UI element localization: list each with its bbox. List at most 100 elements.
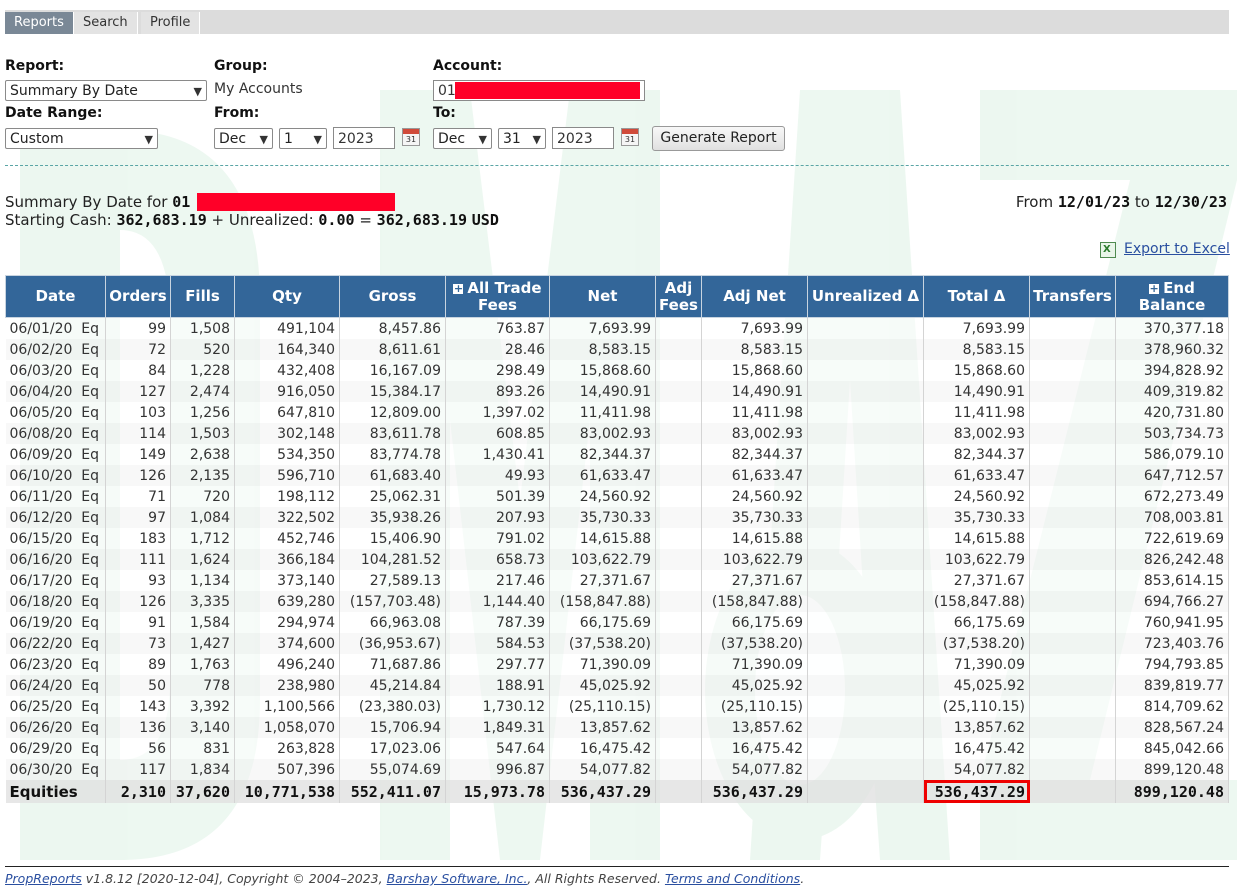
from-year-input[interactable]: 2023	[333, 127, 395, 149]
report-select[interactable]: Summary By Date ▼	[5, 80, 207, 101]
column-header[interactable]: Net	[549, 275, 656, 318]
tab-profile[interactable]: Profile	[141, 12, 201, 34]
table-cell	[655, 339, 702, 360]
date-cell: 06/09/20 Eq	[5, 444, 106, 465]
table-cell: 71,390.09	[701, 654, 808, 675]
type-value: Eq	[81, 530, 99, 547]
starting-cash-value: 362,683.19	[116, 211, 207, 229]
table-cell: 584.53	[445, 633, 550, 654]
column-header[interactable]: Gross	[339, 275, 446, 318]
column-header-label: All Trade Fees	[467, 278, 542, 314]
table-cell: 83,002.93	[701, 423, 808, 444]
table-cell: 814,709.62	[1115, 696, 1229, 717]
from-day-value: 1	[284, 131, 293, 147]
total-cell	[655, 780, 702, 803]
column-header[interactable]: Orders	[105, 275, 171, 318]
column-header-label: Adj Net	[723, 287, 786, 305]
table-cell	[655, 402, 702, 423]
table-row: 06/26/20 Eq 136 3,140 1,058,070 15,706.94 1,84…	[5, 717, 1229, 738]
column-header-label: Total Δ	[947, 287, 1006, 305]
table-cell: 378,960.32	[1115, 339, 1229, 360]
column-header[interactable]: Transfers	[1029, 275, 1116, 318]
barshay-link[interactable]: Barshay Software, Inc.	[387, 871, 528, 886]
table-cell: (37,538.20)	[701, 633, 808, 654]
generate-report-button[interactable]: Generate Report	[652, 126, 785, 151]
column-header[interactable]: + End Balance	[1115, 275, 1229, 318]
highlighted-total-delta: 536,437.29	[923, 780, 1030, 803]
table-cell	[1029, 759, 1116, 780]
table-cell: 373,140	[234, 570, 340, 591]
table-cell: 27,589.13	[339, 570, 446, 591]
date-range-select[interactable]: Custom ▼	[5, 128, 158, 149]
table-cell: 778	[170, 675, 235, 696]
chevron-down-icon: ▼	[313, 133, 322, 146]
table-cell: 1,144.40	[445, 591, 550, 612]
tab-reports[interactable]: Reports	[5, 12, 74, 34]
to-year-input[interactable]: 2023	[552, 127, 614, 149]
table-cell: 432,408	[234, 360, 340, 381]
calendar-icon[interactable]: 31	[621, 128, 639, 146]
table-cell: 1,100,566	[234, 696, 340, 717]
column-header[interactable]: Adj Fees	[655, 275, 702, 318]
from-month-select[interactable]: Dec ▼	[214, 128, 273, 149]
table-cell: 103,622.79	[701, 549, 808, 570]
table-cell: 763.87	[445, 317, 550, 339]
redaction-bar	[455, 82, 640, 99]
type-value: Eq	[81, 761, 99, 778]
column-header[interactable]: Qty	[234, 275, 340, 318]
table-cell: 1,712	[170, 528, 235, 549]
table-cell: 3,335	[170, 591, 235, 612]
table-cell	[655, 465, 702, 486]
table-cell: 13,857.62	[549, 717, 656, 738]
date-value: 06/12/20	[9, 509, 73, 526]
column-header[interactable]: + All Trade Fees	[445, 275, 550, 318]
tab-search[interactable]: Search	[74, 12, 138, 34]
table-row: 06/24/20 Eq 50 778 238,980 45,214.84 188.91 45,…	[5, 675, 1229, 696]
table-cell	[1029, 317, 1116, 339]
propreports-link[interactable]: PropReports	[5, 871, 82, 886]
column-header[interactable]: Fills	[170, 275, 235, 318]
table-cell: 49.93	[445, 465, 550, 486]
table-cell: 24,560.92	[923, 486, 1030, 507]
date-cell: 06/01/20 Eq	[5, 317, 106, 339]
terms-link[interactable]: Terms and Conditions	[665, 871, 800, 886]
table-cell	[655, 654, 702, 675]
table-cell: 93	[105, 570, 171, 591]
date-value: 06/22/20	[9, 635, 73, 652]
total-cell: 899,120.48	[1115, 780, 1229, 803]
column-header[interactable]: Total Δ	[923, 275, 1030, 318]
table-cell	[1029, 507, 1116, 528]
column-header[interactable]: Unrealized Δ	[807, 275, 924, 318]
column-header[interactable]: Date	[5, 275, 106, 318]
table-cell	[655, 612, 702, 633]
table-cell: 520	[170, 339, 235, 360]
table-cell: 71,390.09	[549, 654, 656, 675]
calendar-icon[interactable]: 31	[402, 128, 420, 146]
group-value: My Accounts	[214, 81, 303, 97]
date-cell: 06/02/20 Eq	[5, 339, 106, 360]
excel-icon[interactable]: X	[1100, 242, 1116, 258]
table-row: 06/10/20 Eq 126 2,135 596,710 61,683.40 49.93 6…	[5, 465, 1229, 486]
type-value: Eq	[81, 425, 99, 442]
table-cell: 66,175.69	[549, 612, 656, 633]
date-cell: 06/19/20 Eq	[5, 612, 106, 633]
from-month-value: Dec	[219, 131, 247, 147]
table-row: 06/19/20 Eq 91 1,584 294,974 66,963.08 787.39 6…	[5, 612, 1229, 633]
from-day-select[interactable]: 1 ▼	[279, 128, 327, 149]
table-cell: 83,611.78	[339, 423, 446, 444]
expand-plus-icon[interactable]: +	[453, 283, 464, 294]
table-cell: 1,730.12	[445, 696, 550, 717]
date-value: 06/04/20	[9, 383, 73, 400]
table-cell	[1029, 675, 1116, 696]
type-value: Eq	[81, 593, 99, 610]
to-text: to	[1134, 193, 1150, 211]
expand-plus-icon[interactable]: +	[1149, 283, 1160, 294]
table-cell: 787.39	[445, 612, 550, 633]
report-select-value: Summary By Date	[10, 83, 138, 99]
to-month-select[interactable]: Dec ▼	[433, 128, 492, 149]
column-header[interactable]: Adj Net	[701, 275, 808, 318]
to-day-select[interactable]: 31 ▼	[498, 128, 546, 149]
export-to-excel-link[interactable]: Export to Excel	[1124, 241, 1230, 257]
table-cell: 1,834	[170, 759, 235, 780]
table-cell: 839,819.77	[1115, 675, 1229, 696]
